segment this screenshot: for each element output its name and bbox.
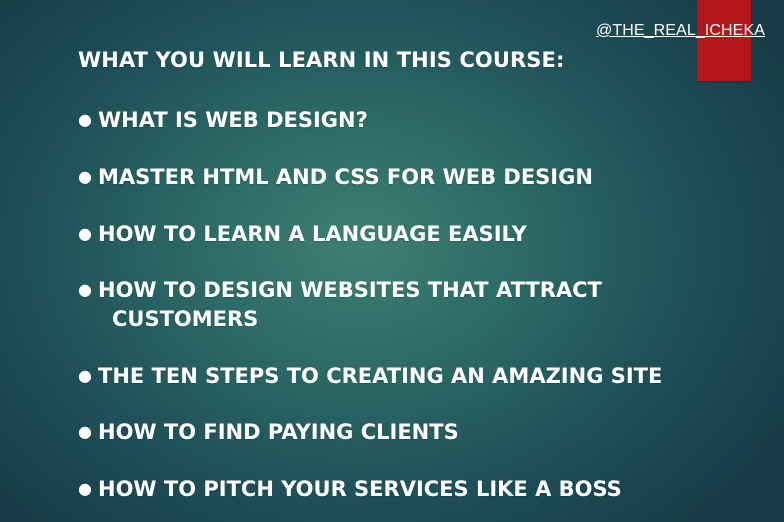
bullet-icon: ● — [78, 110, 92, 129]
list-item-text: HOW TO LEARN A LANGUAGE EASILY — [98, 222, 527, 246]
red-accent-bar — [697, 0, 751, 81]
list-item: ● HOW TO FIND PAYING CLIENTS — [78, 417, 459, 447]
list-item: ● HOW TO DESIGN WEBSITES THAT ATTRACT CUS… — [78, 275, 602, 334]
bullet-icon: ● — [78, 224, 92, 243]
list-item: ● MASTER HTML AND CSS FOR WEB DESIGN — [78, 162, 593, 192]
social-handle-link[interactable]: @THE_REAL_ICHEKA — [596, 22, 765, 40]
list-item-continuation: CUSTOMERS — [112, 307, 259, 331]
bullet-icon: ● — [78, 167, 92, 186]
list-item-text: HOW TO DESIGN WEBSITES THAT ATTRACT — [98, 278, 602, 302]
list-item: ● HOW TO LEARN A LANGUAGE EASILY — [78, 219, 527, 249]
list-item-text: THE TEN STEPS TO CREATING AN AMAZING SIT… — [98, 364, 663, 388]
list-item: ● WHAT IS WEB DESIGN? — [78, 105, 368, 135]
list-item-text: HOW TO PITCH YOUR SERVICES LIKE A BOSS — [98, 477, 622, 501]
list-item-text: HOW TO FIND PAYING CLIENTS — [98, 420, 459, 444]
list-item: ● THE TEN STEPS TO CREATING AN AMAZING SI… — [78, 361, 662, 391]
list-item-text: WHAT IS WEB DESIGN? — [98, 108, 368, 132]
list-item-text: MASTER HTML AND CSS FOR WEB DESIGN — [98, 165, 593, 189]
bullet-icon: ● — [78, 422, 92, 441]
bullet-icon: ● — [78, 479, 92, 498]
list-item: ● HOW TO PITCH YOUR SERVICES LIKE A BOSS — [78, 474, 622, 504]
slide-title: WHAT YOU WILL LEARN IN THIS COURSE: — [78, 48, 565, 72]
presentation-slide: @THE_REAL_ICHEKA WHAT YOU WILL LEARN IN … — [0, 0, 784, 522]
bullet-icon: ● — [78, 366, 92, 385]
bullet-icon: ● — [78, 280, 92, 299]
